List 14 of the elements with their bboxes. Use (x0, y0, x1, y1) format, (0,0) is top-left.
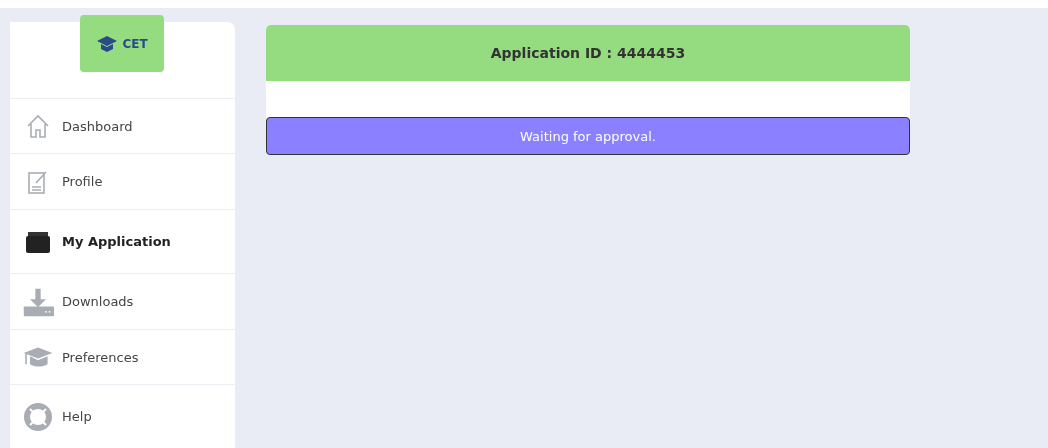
logo[interactable]: CET (80, 15, 164, 72)
sidebar-item[interactable]: Help (10, 385, 235, 448)
application-id-header: Application ID : 4444453 (266, 25, 910, 81)
sidebar-item[interactable]: Preferences (10, 330, 235, 385)
graduation-cap-icon (96, 34, 119, 53)
house-icon (25, 113, 51, 139)
folder-icon (24, 229, 52, 254)
lifebuoy-icon (23, 401, 53, 432)
sidebar-item[interactable]: Downloads (10, 274, 235, 330)
status-banner: Waiting for approval. (266, 117, 910, 155)
logo-text: CET (122, 36, 148, 51)
sidebar-item[interactable]: Profile (10, 154, 235, 210)
sidebar-item[interactable]: Dashboard (10, 99, 235, 154)
sidebar-item[interactable]: My Application (10, 210, 235, 274)
